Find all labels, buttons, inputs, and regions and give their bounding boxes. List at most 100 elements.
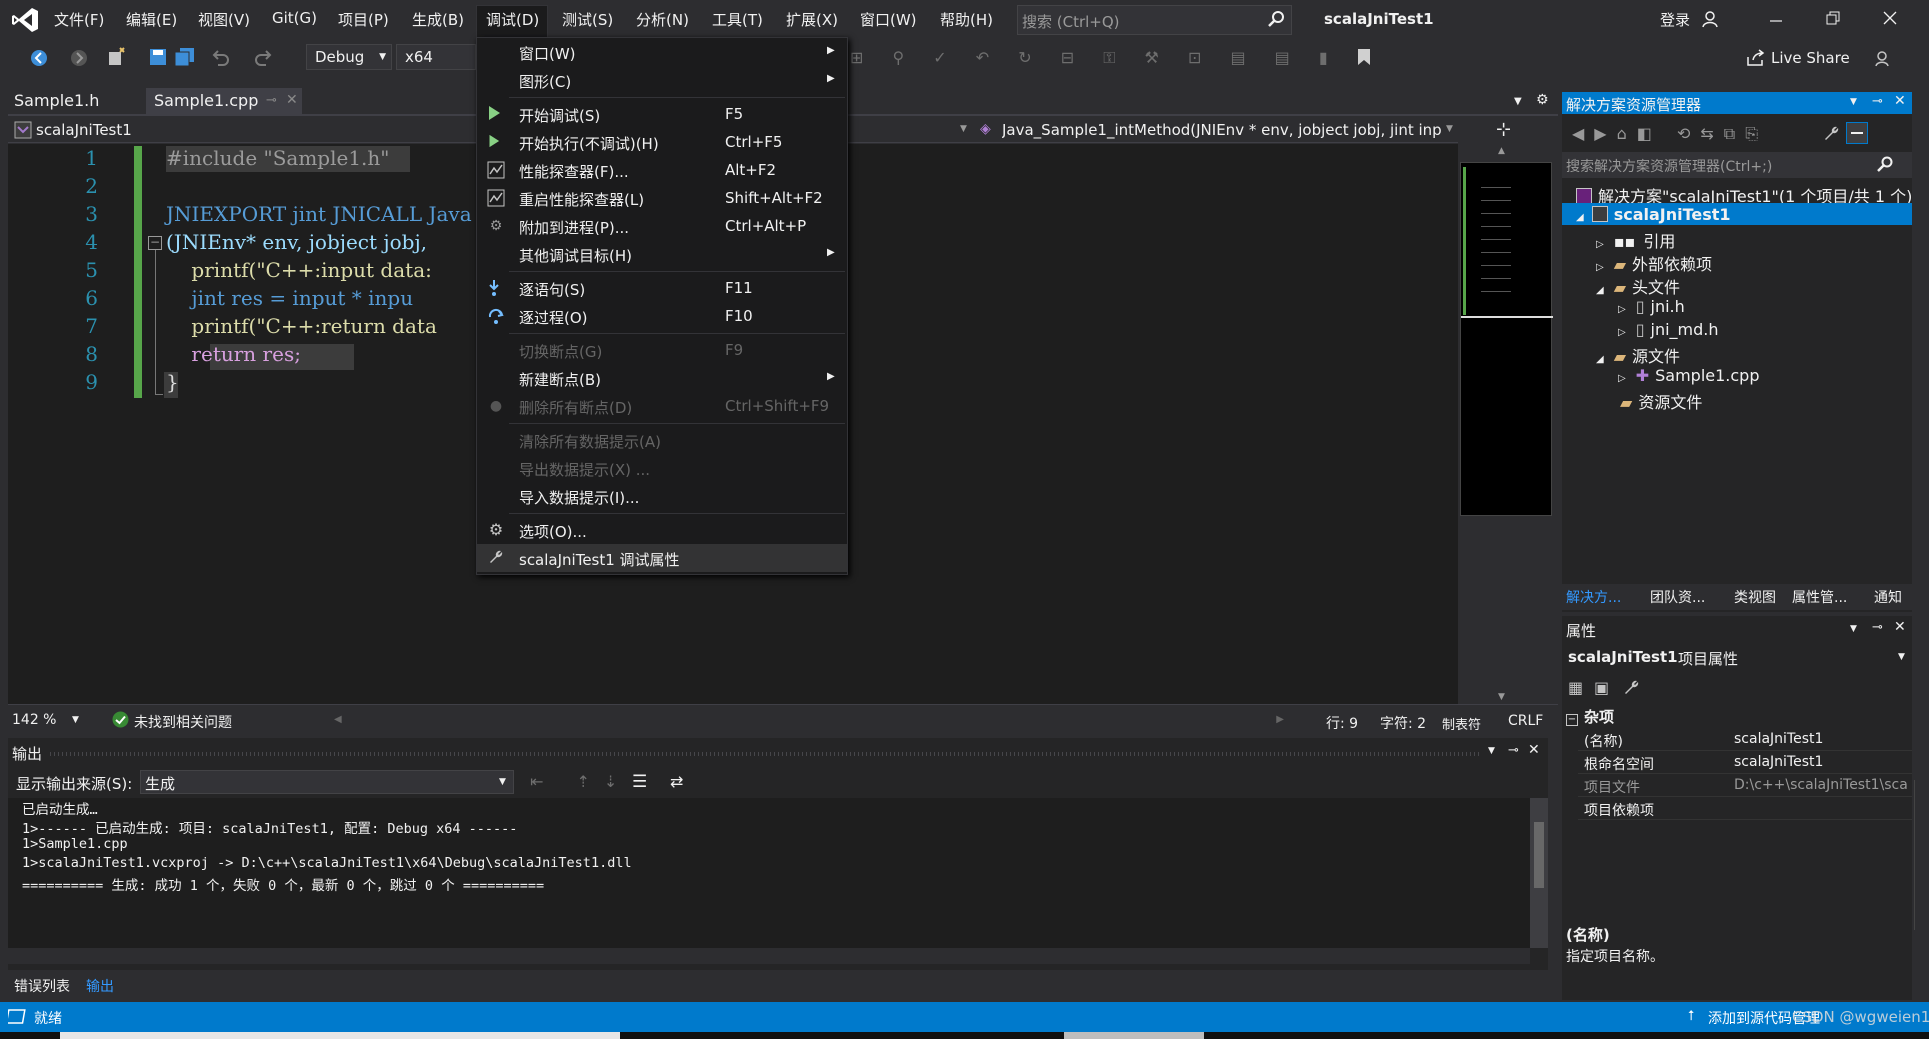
close-icon[interactable]: ✕: [1894, 619, 1906, 635]
tree-references[interactable]: ▷ ▪▪ 引用: [1596, 228, 1675, 252]
menu-tools[interactable]: 工具(T): [712, 9, 763, 30]
undo-icon[interactable]: [210, 47, 230, 67]
tab-solution-explorer[interactable]: 解决方...: [1566, 587, 1621, 607]
menu-item-profiler[interactable]: 性能探查器(F)... Alt+F2: [477, 156, 847, 184]
output-vscrollbar[interactable]: [1530, 798, 1548, 948]
menu-analyze[interactable]: 分析(N): [636, 9, 689, 30]
pin-icon[interactable]: ⊸: [266, 93, 277, 108]
tree-source-files[interactable]: ◢ ▰ 源文件: [1596, 343, 1680, 367]
property-pages-icon[interactable]: ▣: [1594, 678, 1609, 697]
menu-help[interactable]: 帮助(H): [940, 9, 993, 30]
menu-item-delete-breakpoints[interactable]: ● 删除所有断点(D) Ctrl+Shift+F9: [477, 392, 847, 420]
property-row[interactable]: 项目文件 D:\c++\scalaJniTest1\sca: [1578, 774, 1912, 797]
menu-item-step-over[interactable]: 逐过程(O) F10: [477, 302, 847, 330]
pin-icon[interactable]: ⊸: [1872, 94, 1883, 109]
close-tab-icon[interactable]: ✕: [286, 92, 298, 108]
notification-icon[interactable]: [8, 1009, 26, 1025]
property-row[interactable]: 项目依赖项: [1578, 797, 1912, 820]
menu-item-new-breakpoint[interactable]: 新建断点(B) ▶: [477, 364, 847, 392]
clear-all-icon[interactable]: ☰: [632, 772, 647, 792]
tab-team-explorer[interactable]: 团队资...: [1650, 587, 1705, 607]
menu-project[interactable]: 项目(P): [338, 9, 389, 30]
menu-item-clear-datatips[interactable]: 清除所有数据提示(A): [477, 426, 847, 454]
minimap[interactable]: [1460, 162, 1553, 516]
property-row[interactable]: (名称) scalaJniTest1: [1578, 728, 1912, 751]
tree-project[interactable]: ◢ scalaJniTest1: [1576, 205, 1731, 224]
feedback-icon[interactable]: [1874, 48, 1894, 68]
property-row[interactable]: 根命名空间 scalaJniTest1: [1578, 751, 1912, 774]
collapse-icon[interactable]: −: [148, 236, 162, 250]
menu-item-toggle-breakpoint[interactable]: 切换断点(G) F9: [477, 336, 847, 364]
live-share-icon[interactable]: [1746, 49, 1766, 67]
wrench-icon[interactable]: [1622, 678, 1640, 696]
chevron-down-icon[interactable]: ▼: [1488, 746, 1495, 756]
menu-window[interactable]: 窗口(W): [860, 9, 917, 30]
tree-jni-h[interactable]: ▷ ▯ jni.h: [1618, 297, 1685, 316]
tree-jni-md-h[interactable]: ▷ ▯ jni_md.h: [1618, 320, 1719, 339]
save-icon[interactable]: [148, 47, 168, 67]
menu-item-export-datatips[interactable]: 导出数据提示(X) ...: [477, 454, 847, 482]
menu-item-start-without-debugging[interactable]: 开始执行(不调试)(H) Ctrl+F5: [477, 128, 847, 156]
menu-item-restart-profiler[interactable]: 重启性能探查器(L) Shift+Alt+F2: [477, 184, 847, 212]
tab-property-manager[interactable]: 属性管...: [1792, 587, 1847, 607]
scroll-up-arrow[interactable]: ▲: [1498, 146, 1505, 156]
pin-icon[interactable]: ⊸: [1508, 743, 1519, 758]
categorized-icon[interactable]: ▦: [1568, 678, 1583, 697]
menu-item-window[interactable]: 窗口(W) ▶: [477, 38, 847, 66]
new-project-icon[interactable]: [106, 46, 128, 68]
tab-error-list[interactable]: 错误列表: [14, 976, 70, 996]
split-editor-icon[interactable]: ⊹: [1496, 119, 1511, 140]
tab-output[interactable]: 输出: [86, 976, 114, 996]
properties-object-bar[interactable]: scalaJniTest1 项目属性 ▼: [1562, 646, 1912, 670]
vs-logo-icon[interactable]: [10, 6, 40, 34]
close-button[interactable]: [1880, 8, 1900, 28]
menu-edit[interactable]: 编辑(E): [126, 9, 177, 30]
menu-item-import-datatips[interactable]: 导入数据提示(I)...: [477, 482, 847, 510]
back-icon[interactable]: [28, 47, 50, 69]
search-input[interactable]: 搜索 (Ctrl+Q): [1017, 5, 1292, 35]
arrow-up-icon[interactable]: ⭡: [1688, 1008, 1695, 1024]
menu-view[interactable]: 视图(V): [198, 9, 250, 30]
output-source-select[interactable]: 生成 ▼: [140, 770, 514, 794]
menu-debug[interactable]: 调试(D): [486, 9, 539, 30]
tree-sample1-cpp[interactable]: ▷ ✚ Sample1.cpp: [1618, 366, 1759, 385]
menu-item-graphics[interactable]: 图形(C) ▶: [477, 66, 847, 94]
save-all-icon[interactable]: [174, 47, 196, 67]
line-ending[interactable]: CRLF: [1508, 713, 1543, 729]
word-wrap-icon[interactable]: ⇄: [670, 772, 683, 791]
category-header[interactable]: − 杂项: [1566, 706, 1614, 727]
config-select[interactable]: Debug ▼: [306, 44, 392, 70]
settings-gear-icon[interactable]: ⚙: [1536, 92, 1549, 108]
close-icon[interactable]: ✕: [1894, 93, 1906, 109]
issues-status[interactable]: 未找到相关问题: [134, 712, 232, 732]
chevron-down-icon[interactable]: ▼: [1850, 97, 1857, 107]
user-icon[interactable]: [1702, 10, 1720, 28]
menu-git[interactable]: Git(G): [272, 9, 317, 27]
redo-icon[interactable]: [254, 47, 274, 67]
menu-item-attach-to-process[interactable]: ⚙ 附加到进程(P)... Ctrl+Alt+P: [477, 212, 847, 240]
login-link[interactable]: 登录: [1660, 9, 1690, 30]
tree-external-deps[interactable]: ▷ ▰ 外部依赖项: [1596, 251, 1712, 275]
menu-item-start-debugging[interactable]: 开始调试(S) F5: [477, 100, 847, 128]
menu-item-other-targets[interactable]: 其他调试目标(H) ▶: [477, 240, 847, 268]
menu-extensions[interactable]: 扩展(X): [786, 9, 838, 30]
restore-button[interactable]: [1823, 8, 1843, 28]
pin-icon[interactable]: ⊸: [1872, 620, 1883, 635]
chevron-down-icon[interactable]: ▼: [1850, 624, 1857, 634]
chevron-down-icon[interactable]: ▼: [72, 715, 79, 725]
function-combo[interactable]: ◈ Java_Sample1_intMethod(JNIEnv * env, j…: [976, 118, 1458, 142]
tab-mode[interactable]: 制表符: [1442, 714, 1481, 733]
tab-notifications[interactable]: 通知: [1874, 587, 1902, 607]
tab-sample1-cpp[interactable]: Sample1.cpp: [148, 88, 264, 114]
menu-item-debug-properties[interactable]: scalaJniTest1 调试属性: [477, 544, 847, 572]
scroll-thumb[interactable]: [1534, 822, 1544, 888]
menu-test[interactable]: 测试(S): [562, 9, 613, 30]
collapse-all-icon[interactable]: [1846, 122, 1868, 144]
platform-select[interactable]: x64: [396, 44, 476, 70]
properties-wrench-icon[interactable]: [1822, 124, 1840, 142]
tab-class-view[interactable]: 类视图: [1734, 587, 1776, 607]
live-share-button[interactable]: Live Share: [1771, 49, 1850, 67]
menu-item-step-into[interactable]: 逐语句(S) F11: [477, 274, 847, 302]
close-icon[interactable]: ✕: [1528, 742, 1540, 758]
tab-list-chevron-icon[interactable]: ▼: [1514, 96, 1522, 107]
